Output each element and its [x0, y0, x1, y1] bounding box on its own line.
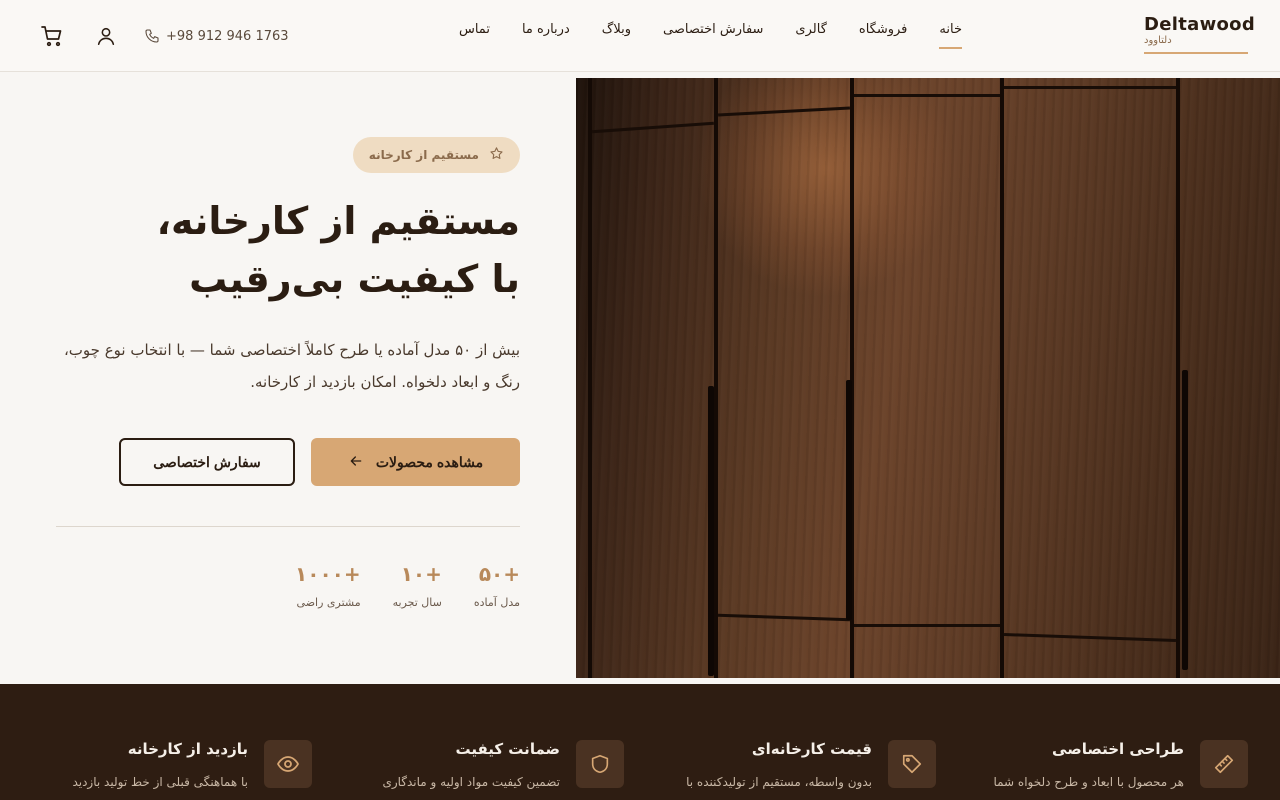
hero-title-line1: مستقیم از کارخانه، [156, 199, 520, 243]
user-icon[interactable] [92, 22, 120, 50]
panel-seam [1176, 78, 1180, 678]
hero-content: مستقیم از کارخانه مستقیم از کارخانه، با … [40, 72, 520, 684]
feature-factory-price: قیمت کارخانه‌ای بدون واسطه، مستقیم از تو… [646, 740, 936, 800]
panel-seam-horizontal [854, 94, 1000, 97]
custom-order-label: سفارش اختصاصی [153, 453, 261, 470]
nav-blog[interactable]: وبلاگ [602, 22, 631, 49]
nav-shop[interactable]: فروشگاه [859, 22, 908, 49]
ruler-icon [1200, 740, 1248, 788]
feature-factory-visit: بازدید از کارخانه با هماهنگی قبلی از خط … [22, 740, 312, 800]
phone-number: +98 912 946 1763 [166, 28, 289, 44]
hero-wood-wardrobe-image [576, 78, 1280, 678]
nav-home[interactable]: خانه [939, 22, 962, 49]
feature-title: ضمانت کیفیت [455, 740, 560, 758]
arrow-left-icon [348, 453, 364, 472]
feature-title: قیمت کارخانه‌ای [751, 740, 872, 758]
stat-label: مدل آماده [473, 596, 520, 609]
stat-customers: +۱۰۰۰ مشتری راضی [295, 562, 361, 609]
stat-value: +۱۰ [400, 562, 442, 586]
phone-link[interactable]: +98 912 946 1763 [144, 28, 289, 44]
eye-icon [264, 740, 312, 788]
stat-value: +۱۰۰۰ [295, 562, 361, 586]
shield-icon [576, 740, 624, 788]
header-actions: +98 912 946 1763 [38, 22, 289, 50]
stat-label: مشتری راضی [296, 596, 361, 609]
panel-seam [714, 78, 718, 678]
hero-badge-text: مستقیم از کارخانه [368, 148, 479, 162]
door-handle [708, 386, 714, 676]
logo-underline [1144, 52, 1248, 54]
hero-badge: مستقیم از کارخانه [352, 137, 520, 173]
nav-contact[interactable]: تماس [459, 22, 490, 49]
nav-gallery[interactable]: گالری [795, 22, 826, 49]
panel-seam [588, 78, 592, 678]
hero-description: بیش از ۵۰ مدل آماده یا طرح کاملاً اختصاص… [63, 341, 520, 391]
panel-seam-horizontal [1004, 86, 1176, 89]
hero-title: مستقیم از کارخانه، با کیفیت بی‌رقیب [40, 192, 520, 308]
feature-quality-guarantee: ضمانت کیفیت تضمین کیفیت مواد اولیه و مان… [334, 740, 624, 800]
stat-value: +۵۰ [478, 562, 520, 586]
nav-about[interactable]: درباره ما [522, 22, 570, 49]
hero-stats: +۵۰ مدل آماده +۱۰ سال تجربه +۱۰۰۰ مشتری … [295, 562, 520, 609]
tag-icon [888, 740, 936, 788]
feature-desc: تضمین کیفیت مواد اولیه و ماندگاری [382, 775, 560, 789]
hero-title-line2: با کیفیت بی‌رقیب [189, 257, 520, 301]
site-header: Deltawood دلتاوود خانه فروشگاه گالری سفا… [0, 0, 1280, 72]
feature-custom-design: طراحی اختصاصی هر محصول با ابعاد و طرح دل… [958, 740, 1248, 800]
nav-custom-order[interactable]: سفارش اختصاصی [663, 22, 763, 49]
door-handle [846, 380, 852, 620]
logo[interactable]: Deltawood دلتاوود [1144, 14, 1256, 46]
logo-text-en: Deltawood [1144, 14, 1256, 35]
feature-desc: بدون واسطه، مستقیم از تولیدکننده با [686, 775, 872, 789]
feature-title: طراحی اختصاصی [1052, 740, 1184, 758]
panel-seam [1000, 78, 1004, 678]
logo-text-fa: دلتاوود [1144, 35, 1172, 46]
feature-desc: با هماهنگی قبلی از خط تولید بازدید [72, 775, 248, 789]
view-products-button[interactable]: مشاهده محصولات [311, 438, 520, 486]
star-icon [489, 146, 504, 164]
cart-icon[interactable] [38, 22, 66, 50]
custom-order-button[interactable]: سفارش اختصاصی [119, 438, 295, 486]
panel-seam-horizontal [854, 624, 1000, 627]
phone-icon [145, 29, 159, 43]
main-nav: خانه فروشگاه گالری سفارش اختصاصی وبلاگ د… [459, 22, 962, 49]
stat-models: +۵۰ مدل آماده [474, 562, 520, 609]
door-handle [1182, 370, 1188, 670]
view-products-label: مشاهده محصولات [375, 453, 484, 470]
hero-divider [56, 526, 520, 527]
features-strip: طراحی اختصاصی هر محصول با ابعاد و طرح دل… [0, 684, 1280, 800]
feature-title: بازدید از کارخانه [127, 740, 248, 758]
wood-grain [576, 78, 1280, 678]
feature-desc: هر محصول با ابعاد و طرح دلخواه شما [993, 775, 1184, 789]
stat-label: سال تجربه [392, 596, 442, 609]
stat-experience: +۱۰ سال تجربه [393, 562, 442, 609]
